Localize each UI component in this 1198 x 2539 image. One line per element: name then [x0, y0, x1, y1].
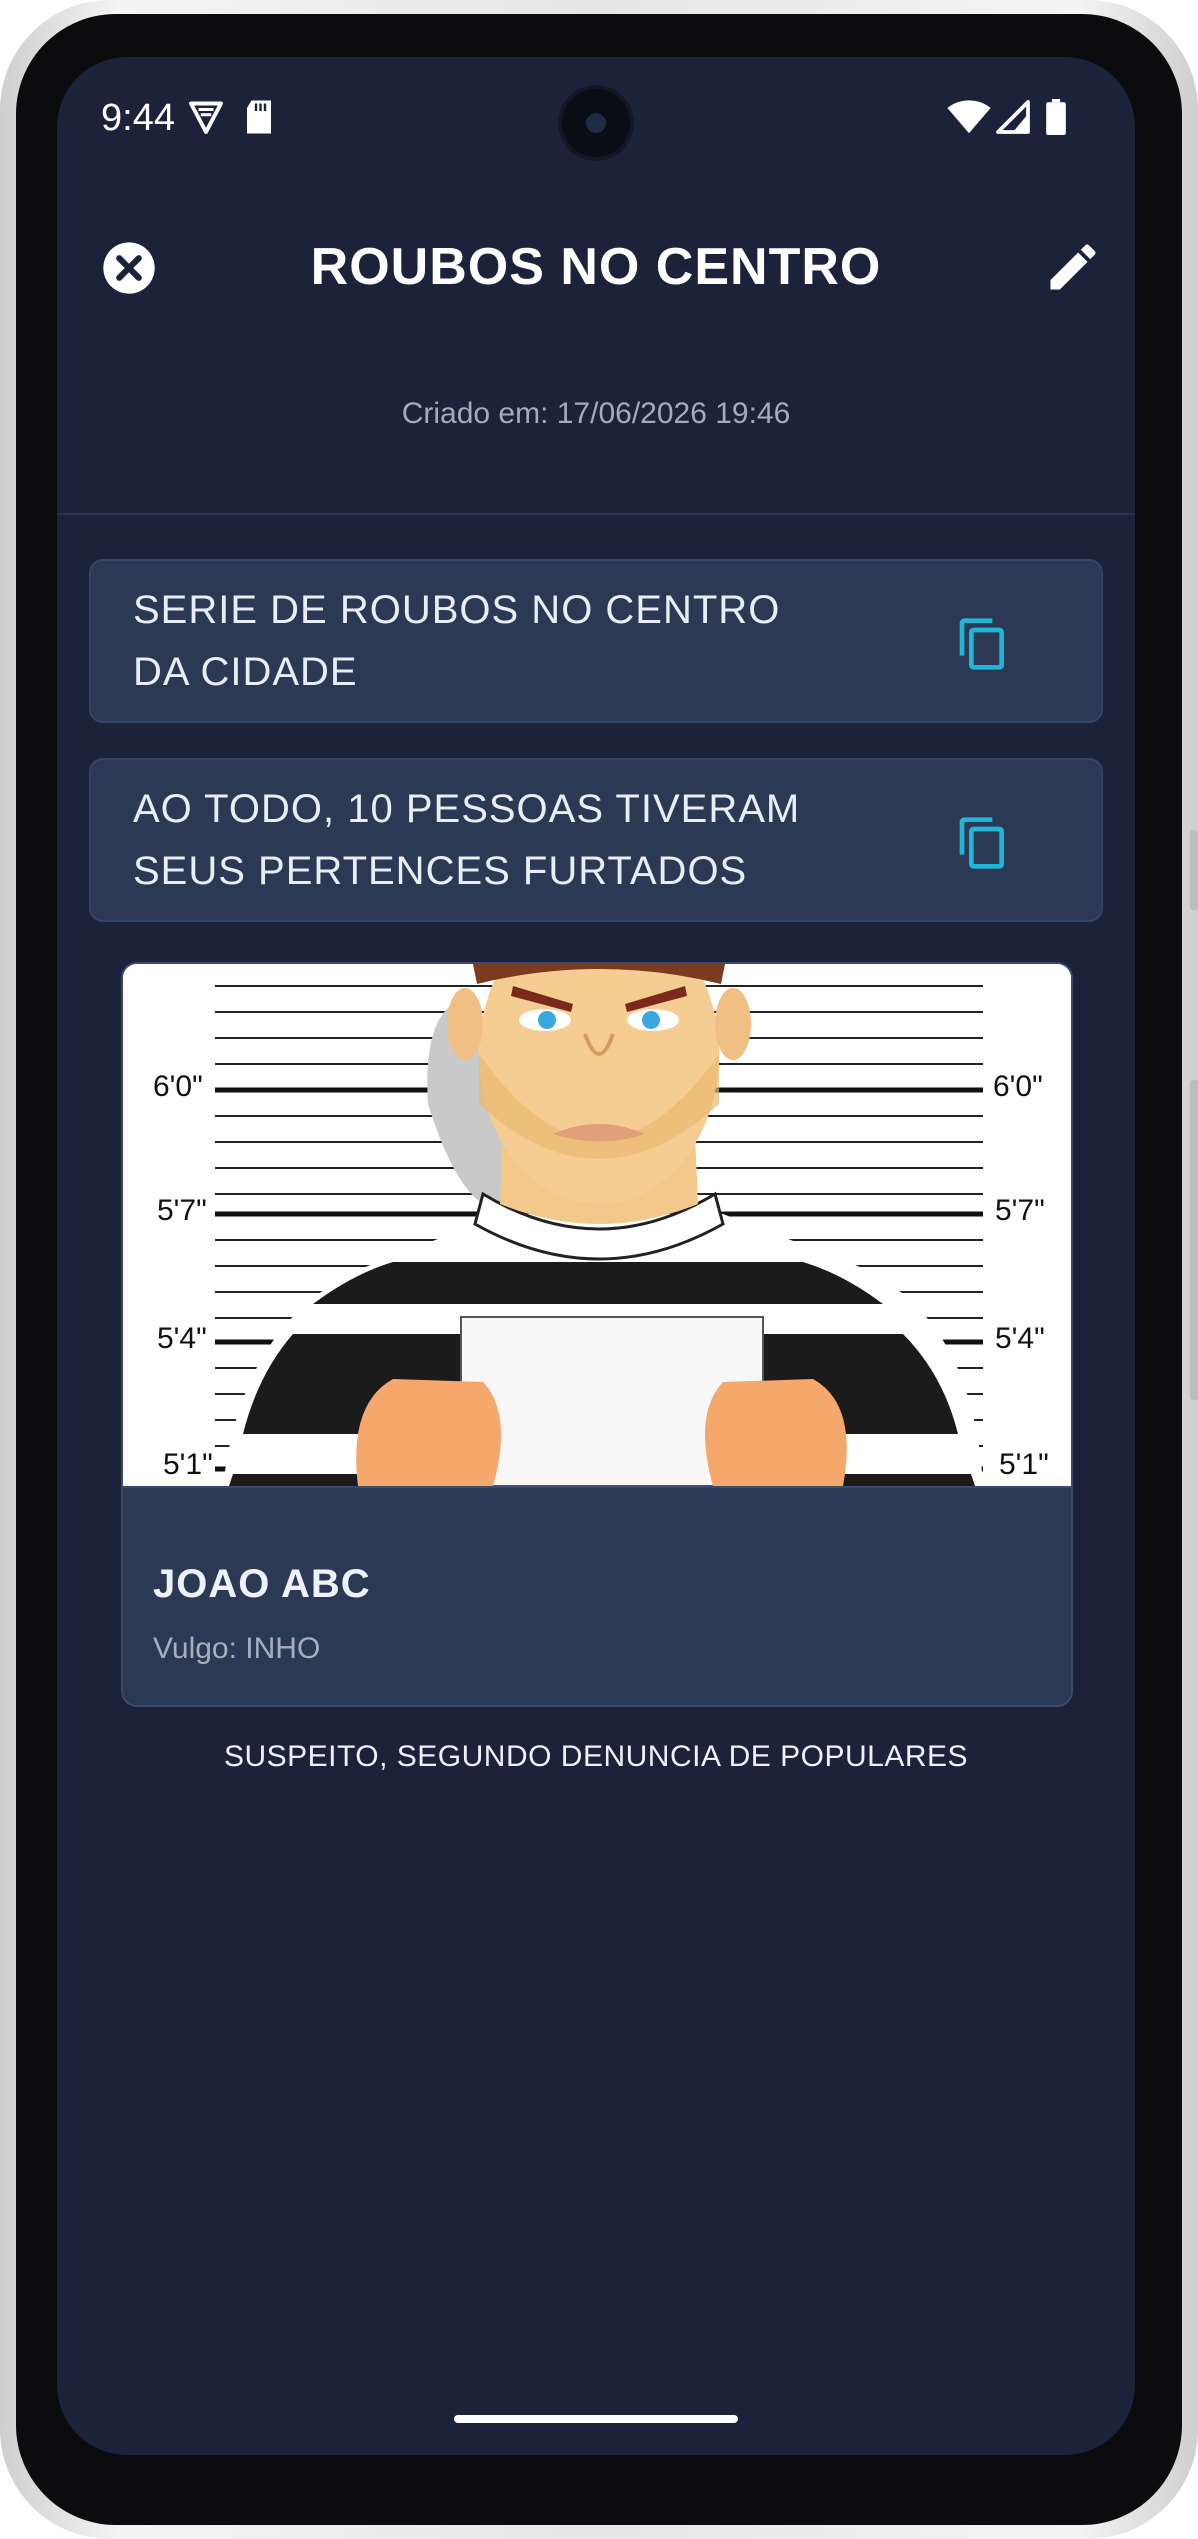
height-label-right: 5'1" — [999, 1448, 1049, 1481]
status-time: 9:44 — [101, 97, 175, 139]
copy-icon — [959, 618, 1004, 670]
suspect-alias: Vulgo: INHO — [153, 1632, 321, 1665]
volume-button — [1190, 1080, 1198, 1400]
height-label-right: 6'0" — [993, 1070, 1043, 1103]
card-divider — [123, 1486, 1071, 1508]
suspect-card[interactable]: 6'0" 5'7" 5'4" 5'1" 6'0" 5'7" 5'4" 5'1" … — [121, 962, 1073, 1707]
copy-button[interactable] — [955, 613, 1011, 675]
phone-frame: 9:44 ROUBOS NO CENTRO Criado em: 17/06/2… — [0, 0, 1198, 2539]
suspect-name: JOAO ABC — [153, 1562, 371, 1606]
copy-button[interactable] — [955, 812, 1011, 874]
home-indicator[interactable] — [454, 2415, 738, 2423]
height-label-right: 5'4" — [995, 1322, 1045, 1355]
battery-icon — [1045, 99, 1067, 140]
note-card: AO TODO, 10 PESSOAS TIVERAM SEUS PERTENC… — [89, 758, 1103, 922]
app-bar: ROUBOS NO CENTRO — [57, 207, 1135, 327]
height-label-left: 5'7" — [157, 1194, 207, 1227]
header-divider — [57, 513, 1135, 515]
cell-signal-icon — [995, 99, 1031, 140]
vpn-shield-icon — [187, 99, 225, 140]
pencil-icon — [1050, 244, 1096, 290]
status-bar: 9:44 — [57, 57, 1135, 177]
suspect-photo: 6'0" 5'7" 5'4" 5'1" 6'0" 5'7" 5'4" 5'1" — [123, 964, 1071, 1486]
page-title: ROUBOS NO CENTRO — [310, 238, 882, 296]
sd-card-icon — [243, 99, 275, 140]
edit-button[interactable] — [1043, 237, 1103, 297]
side-button — [1190, 830, 1198, 910]
copy-icon — [959, 817, 1004, 869]
created-timestamp: Criado em: 17/06/2026 19:46 — [401, 397, 791, 430]
height-label-left: 6'0" — [153, 1070, 203, 1103]
height-label-left: 5'1" — [163, 1448, 213, 1481]
height-label-right: 5'7" — [995, 1194, 1045, 1227]
height-label-left: 5'4" — [157, 1322, 207, 1355]
app-screen: 9:44 ROUBOS NO CENTRO Criado em: 17/06/2… — [57, 57, 1135, 2455]
suspect-caption: SUSPEITO, SEGUNDO DENUNCIA DE POPULARES — [223, 1740, 969, 1773]
front-camera — [562, 89, 630, 157]
note-text: SERIE DE ROUBOS NO CENTRO DA CIDADE — [133, 588, 781, 694]
wifi-icon — [947, 99, 991, 140]
note-card: SERIE DE ROUBOS NO CENTRO DA CIDADE — [89, 559, 1103, 723]
note-text: AO TODO, 10 PESSOAS TIVERAM SEUS PERTENC… — [133, 787, 801, 893]
